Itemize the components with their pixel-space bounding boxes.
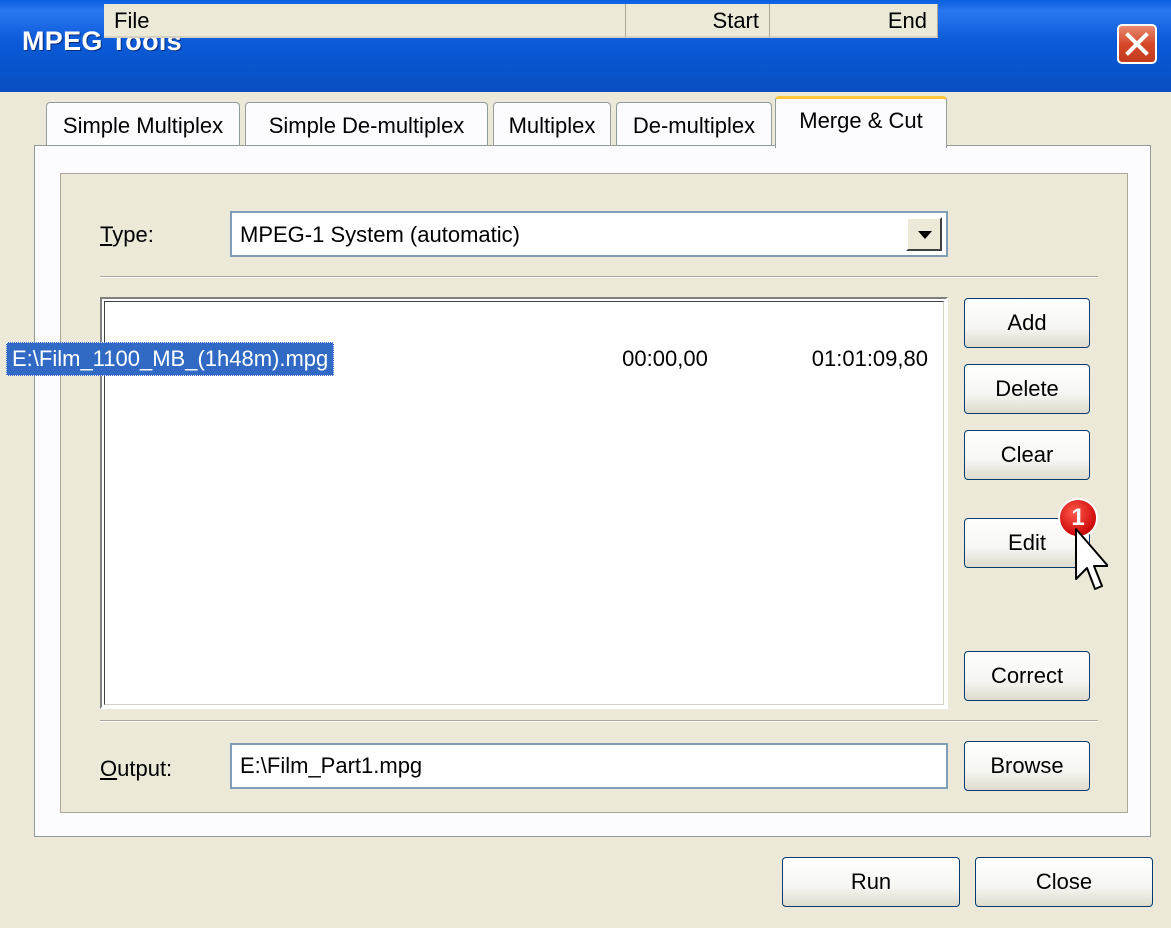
output-field[interactable]: E:\Film_Part1.mpg [230,743,948,789]
separator-bottom [100,720,1098,722]
delete-button[interactable]: Delete [964,364,1090,414]
mouse-pointer-icon [1075,528,1108,590]
close-window-button[interactable] [1117,24,1157,64]
clear-button[interactable]: Clear [964,430,1090,480]
correct-button[interactable]: Correct [964,651,1090,701]
type-label: Type: [100,222,154,247]
tab-simple-multiplex[interactable]: Simple Multiplex [46,102,240,146]
chevron-down-icon[interactable] [906,217,942,251]
output-field-value: E:\Film_Part1.mpg [240,753,423,778]
column-header-start[interactable]: Start [626,4,770,38]
tab-multiplex[interactable]: Multiplex [493,102,611,146]
row-end-cell: 01:01:09,80 [811,346,928,371]
run-button[interactable]: Run [782,857,960,907]
column-header-end[interactable]: End [770,4,938,38]
tab-demultiplex[interactable]: De-multiplex [616,102,772,146]
row-file-cell[interactable]: E:\Film_1100_MB_(1h48m).mpg [6,342,335,376]
tab-simple-demultiplex[interactable]: Simple De-multiplex [245,102,488,146]
output-label: Output: [100,756,173,781]
close-button[interactable]: Close [975,857,1153,907]
type-select[interactable]: MPEG-1 System (automatic) [230,211,948,257]
type-select-value: MPEG-1 System (automatic) [240,222,520,247]
browse-button[interactable]: Browse [964,741,1090,791]
tab-merge-cut[interactable]: Merge & Cut [775,96,947,148]
table-row[interactable]: E:\Film_1100_MB_(1h48m).mpg 00:00,00 01:… [6,342,928,376]
column-header-file[interactable]: File [104,4,626,38]
add-button[interactable]: Add [964,298,1090,348]
close-icon [1125,32,1149,56]
separator-top [100,276,1098,278]
